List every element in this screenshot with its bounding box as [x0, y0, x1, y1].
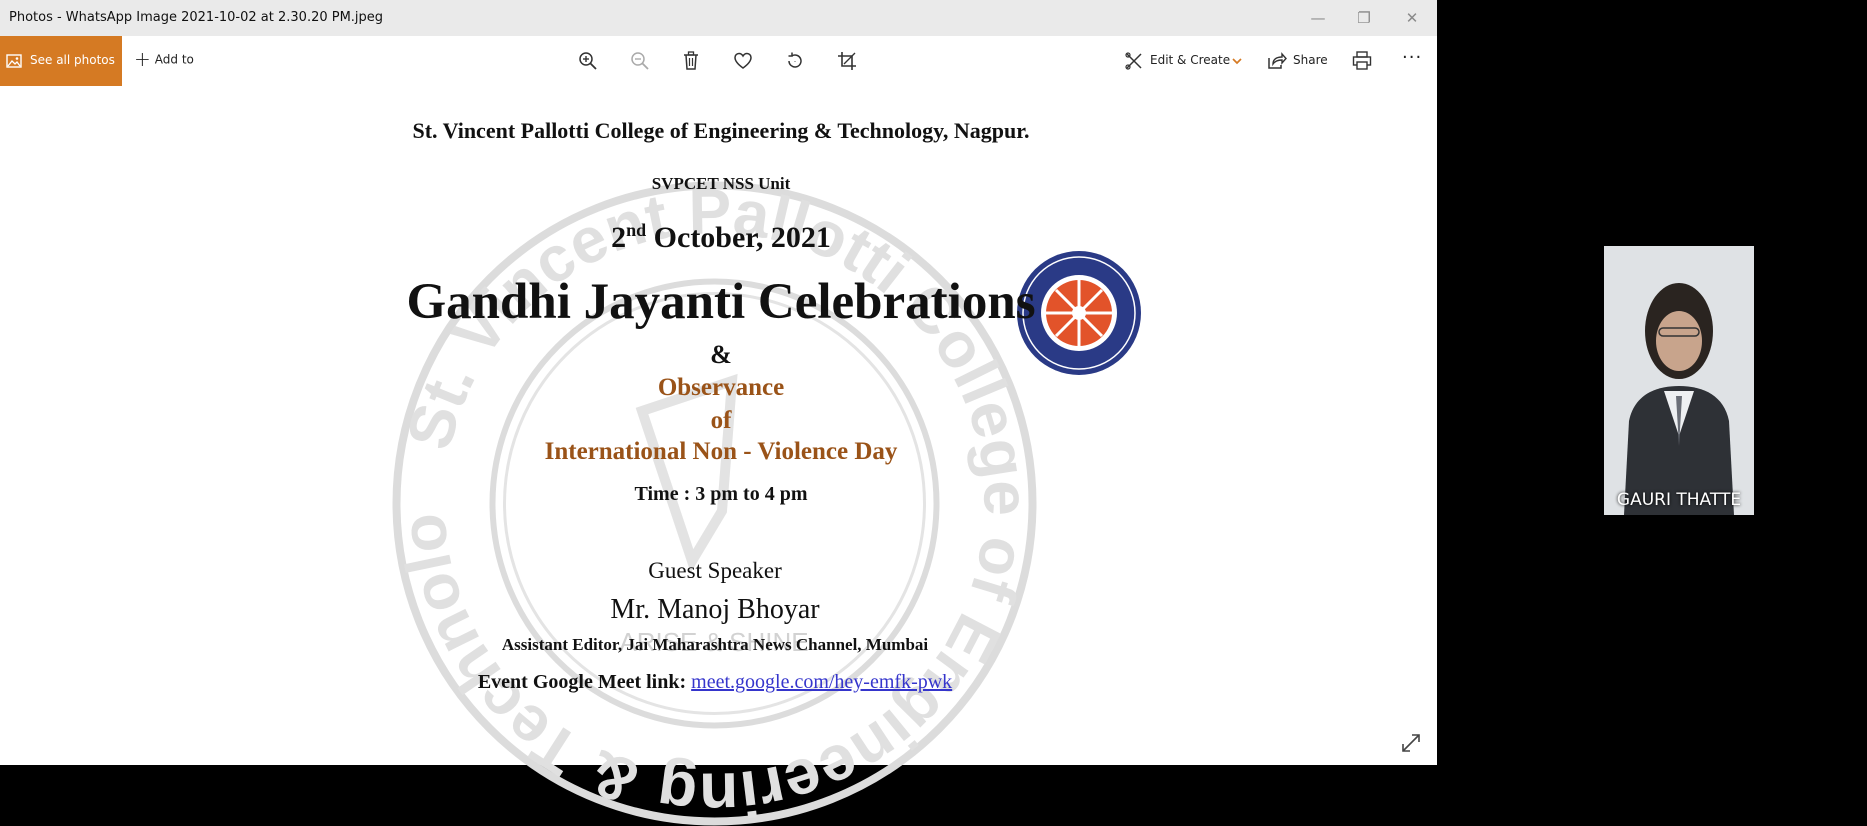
- international-day-label: International Non - Violence Day: [544, 438, 898, 465]
- plus-icon: +: [134, 47, 151, 71]
- meet-link-label: Event Google Meet link:: [477, 671, 692, 693]
- chevron-down-icon[interactable]: [1230, 49, 1244, 73]
- edit-create-label[interactable]: Edit & Create: [1150, 53, 1230, 67]
- minimize-button[interactable]: —: [1304, 5, 1332, 31]
- print-icon[interactable]: [1350, 49, 1374, 73]
- rotate-icon[interactable]: [783, 49, 807, 73]
- edit-create-icon[interactable]: [1122, 49, 1146, 73]
- nss-unit: SVPCET NSS Unit: [651, 174, 791, 193]
- event-title: Gandhi Jayanti Celebrations: [406, 274, 1036, 330]
- delete-icon[interactable]: [679, 49, 703, 73]
- image-viewer: St. Vincent Pallotti College of Engineer…: [0, 86, 1437, 826]
- zoom-out-icon[interactable]: [628, 49, 652, 73]
- crop-icon[interactable]: [835, 49, 859, 73]
- participant-video-tile[interactable]: GAURI THATTE: [1604, 246, 1754, 515]
- meet-link-line: Event Google Meet link: meet.google.com/…: [478, 671, 952, 694]
- photos-icon: [6, 53, 22, 72]
- date-day: 2: [611, 221, 627, 254]
- guest-title: Assistant Editor, Jai Maharashtra News C…: [501, 635, 929, 654]
- photos-app-window: Photos - WhatsApp Image 2021-10-02 at 2.…: [0, 0, 1437, 826]
- guest-speaker-label: Guest Speaker: [648, 558, 782, 583]
- share-label[interactable]: Share: [1293, 53, 1328, 67]
- more-icon[interactable]: ···: [1402, 47, 1422, 68]
- participant-video: [1604, 246, 1754, 515]
- favorite-icon[interactable]: [731, 49, 755, 73]
- title-bar: Photos - WhatsApp Image 2021-10-02 at 2.…: [0, 0, 1437, 36]
- zoom-in-icon[interactable]: [576, 49, 600, 73]
- see-all-photos-label: See all photos: [30, 53, 115, 67]
- observance-label: Observance: [657, 374, 785, 401]
- toolbar: See all photos + Add to Edit & Create Sh…: [0, 36, 1437, 86]
- date-suffix: nd: [626, 220, 647, 240]
- event-time: Time : 3 pm to 4 pm: [634, 483, 808, 505]
- expand-icon[interactable]: [1399, 731, 1423, 755]
- see-all-photos-button[interactable]: See all photos: [0, 36, 122, 86]
- close-button[interactable]: ✕: [1398, 5, 1426, 31]
- window-title: Photos - WhatsApp Image 2021-10-02 at 2.…: [9, 10, 384, 25]
- college-name: St. Vincent Pallotti College of Engineer…: [412, 118, 1030, 143]
- of-label: of: [710, 407, 732, 434]
- add-to-button[interactable]: + Add to: [134, 47, 194, 74]
- meet-link[interactable]: meet.google.com/hey-emfk-pwk: [691, 671, 952, 693]
- date-month-year: October, 2021: [646, 221, 831, 254]
- participant-name: GAURI THATTE: [1616, 490, 1742, 510]
- share-icon[interactable]: [1265, 49, 1289, 73]
- ampersand: &: [710, 340, 732, 369]
- event-date: 2nd October, 2021: [611, 220, 831, 255]
- restore-button[interactable]: ❐: [1350, 5, 1378, 31]
- add-to-label: Add to: [154, 52, 194, 67]
- guest-name: Mr. Manoj Bhoyar: [610, 594, 820, 625]
